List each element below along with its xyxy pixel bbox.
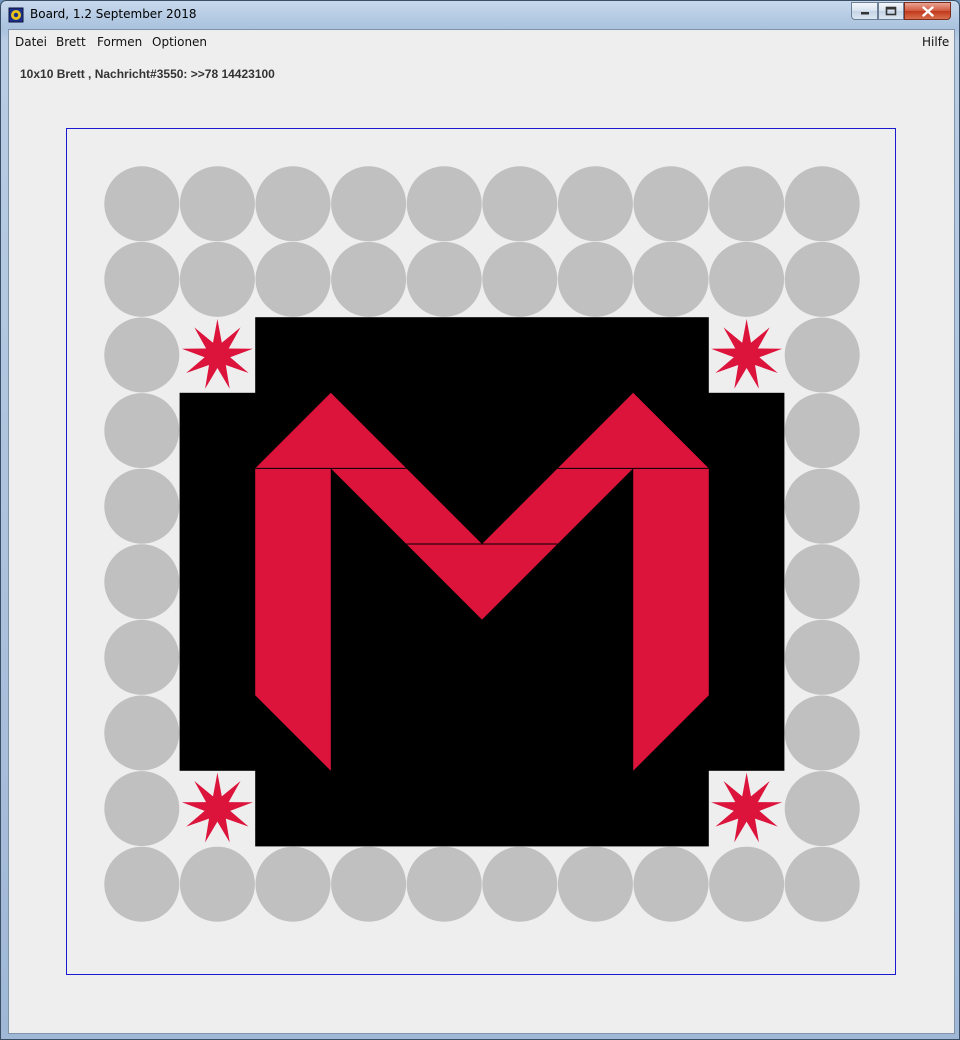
board-cell-circle[interactable] [406,241,482,317]
star-bottom-left [181,772,253,843]
star-bottom-right [711,772,783,843]
close-icon [921,5,934,17]
board-cell-circle[interactable] [406,166,482,242]
minimize-icon [860,12,869,15]
client-area: Datei Brett Formen Optionen Hilfe 10x10 … [8,29,955,1034]
board-cell-circle[interactable] [709,241,785,317]
board-cell-circle[interactable] [104,393,180,469]
board-cell-circle[interactable] [784,393,860,469]
board-cell-circle[interactable] [557,846,633,922]
board-cell-circle[interactable] [633,241,709,317]
board-cell-circle[interactable] [104,544,180,620]
board-cell-circle[interactable] [331,241,407,317]
board-app-icon [8,7,24,23]
board-cell-circle[interactable] [104,771,180,847]
board-cell-circle[interactable] [709,166,785,242]
board-cell-circle[interactable] [784,846,860,922]
board-cell-circle[interactable] [557,166,633,242]
board-canvas[interactable] [9,30,954,1033]
board-cell-circle[interactable] [784,241,860,317]
title-bar[interactable]: Board, 1.2 September 2018 [1,1,959,29]
board-cell-circle[interactable] [104,166,180,242]
close-button[interactable] [904,2,951,20]
board-cell-circle[interactable] [784,317,860,393]
board-cell-circle[interactable] [557,241,633,317]
window-title: Board, 1.2 September 2018 [30,7,197,21]
minimize-button[interactable] [851,2,878,20]
star-top-left [181,319,253,389]
board-cell-circle[interactable] [784,544,860,620]
board-cell-circle[interactable] [331,846,407,922]
board-cell-circle[interactable] [633,166,709,242]
board-cell-circle[interactable] [255,846,331,922]
maximize-icon [885,6,897,16]
board-cell-circle[interactable] [104,317,180,393]
board-cell-circle[interactable] [406,846,482,922]
board-cell-circle[interactable] [104,846,180,922]
board-cell-circle[interactable] [709,846,785,922]
board-cell-circle[interactable] [104,468,180,544]
board-cell-circle[interactable] [633,846,709,922]
board-cell-circle[interactable] [255,166,331,242]
board-cell-circle[interactable] [179,166,255,242]
board-cell-circle[interactable] [784,166,860,242]
board-cell-circle[interactable] [784,468,860,544]
app-window: Board, 1.2 September 2018 Datei Brett Fo… [0,0,960,1040]
board-cell-circle[interactable] [331,166,407,242]
maximize-button[interactable] [878,2,904,20]
board-cell-circle[interactable] [482,241,558,317]
board-cell-circle[interactable] [784,771,860,847]
board-cell-circle[interactable] [179,241,255,317]
star-top-right [711,319,783,389]
board-cell-circle[interactable] [784,619,860,695]
board-cell-circle[interactable] [179,846,255,922]
board-cell-circle[interactable] [784,695,860,771]
board-cell-circle[interactable] [482,846,558,922]
board-cell-circle[interactable] [255,241,331,317]
board-cell-circle[interactable] [482,166,558,242]
board-cell-circle[interactable] [104,619,180,695]
board-cell-circle[interactable] [104,695,180,771]
board-cell-circle[interactable] [104,241,180,317]
